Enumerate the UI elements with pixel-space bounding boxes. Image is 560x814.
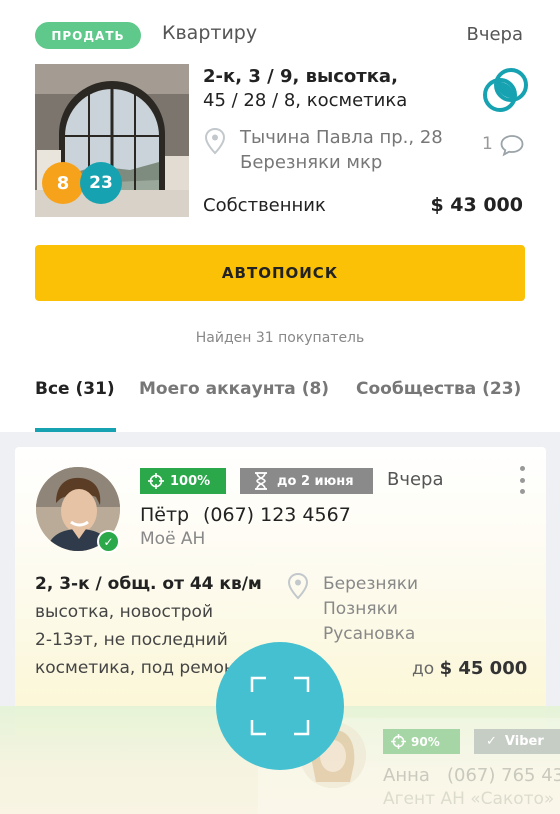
fullscreen-button[interactable]	[216, 642, 344, 770]
speech-bubble-icon[interactable]	[499, 133, 525, 157]
owner-type: Собственник	[203, 195, 326, 216]
match-percent: 100%	[170, 473, 211, 489]
buyer-agency: Агент АН «Сакото»	[383, 789, 555, 809]
address-district: Березняки мкр	[240, 152, 383, 173]
match-percent: 90%	[411, 734, 440, 749]
check-icon: ✓	[486, 734, 497, 749]
hourglass-icon	[255, 472, 267, 490]
check-icon: ✓	[97, 530, 120, 553]
fullscreen-corners-icon	[250, 676, 310, 736]
messenger-badge: ✓ Viber	[474, 729, 560, 754]
found-buyers-text: Найден 31 покупатель	[195, 330, 365, 346]
buyer-phone[interactable]: (067) 123 4567	[203, 504, 351, 526]
address-street: Тычина Павла пр., 28	[240, 127, 443, 148]
buyer-name: Пётр	[140, 504, 190, 526]
budget-amount: $ 45 000	[439, 658, 528, 679]
messenger-name: Viber	[504, 734, 544, 749]
requirement-building: высотка, новострой	[35, 602, 214, 622]
tab-community[interactable]: Сообщества (23)	[356, 379, 521, 399]
buyer-phone[interactable]: (067) 765 43	[447, 765, 560, 786]
requirement-floor: 2-13эт, не последний	[35, 630, 228, 650]
overlapping-circles-icon[interactable]	[483, 68, 529, 114]
match-badge: 100%	[140, 468, 226, 494]
district-item: Березняки	[323, 574, 419, 594]
listing-params: 45 / 28 / 8, косметика	[203, 90, 408, 111]
tab-my-account[interactable]: Моего аккаунта (8)	[139, 379, 329, 399]
buyer-date: Вчера	[387, 469, 444, 490]
map-pin-icon	[204, 127, 226, 155]
kebab-menu-icon[interactable]	[518, 466, 526, 494]
buyer-name: Анна	[383, 765, 430, 786]
buyer-budget: до $ 45 000	[412, 658, 527, 679]
tab-all[interactable]: Все (31)	[35, 379, 115, 399]
map-pin-icon	[287, 572, 309, 600]
deadline-badge: до 2 июня	[240, 468, 373, 494]
match-badge: 90%	[383, 729, 460, 754]
deadline-text: до 2 июня	[277, 473, 354, 489]
sell-badge: ПРОДАТЬ	[35, 22, 141, 49]
comments-count: 1	[482, 134, 493, 154]
photo-count-badge: 8	[42, 162, 84, 204]
autosearch-button[interactable]: АВТОПОИСК	[35, 245, 525, 301]
property-type: Квартиру	[162, 22, 258, 44]
budget-prefix: до	[412, 659, 435, 679]
district-item: Позняки	[323, 599, 398, 619]
buyer-agency: Моё АН	[140, 529, 206, 549]
crosshair-icon	[148, 473, 164, 489]
crosshair-icon	[391, 734, 406, 749]
views-count-badge: 23	[80, 162, 122, 204]
listing-date: Вчера	[466, 24, 523, 45]
requirement-condition: косметика, под ремонт	[35, 658, 245, 678]
listing-title: 2-к, 3 / 9, высотка,	[203, 66, 398, 87]
requirement-rooms: 2, 3-к / общ. от 44 кв/м	[35, 574, 262, 594]
district-item: Русановка	[323, 624, 416, 644]
listing-price: $ 43 000	[430, 194, 523, 216]
